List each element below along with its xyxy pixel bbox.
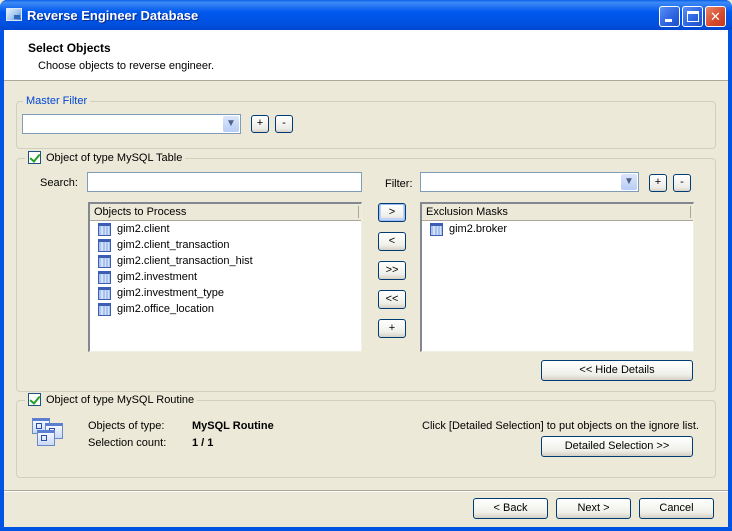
filter-label: Filter:: [385, 178, 413, 190]
maximize-icon: [687, 11, 699, 22]
move-all-right-button[interactable]: >>: [378, 261, 406, 280]
search-input[interactable]: [87, 172, 362, 192]
detailed-selection-button[interactable]: Detailed Selection >>: [541, 436, 693, 457]
list-item[interactable]: gim2.investment: [90, 269, 361, 285]
back-button[interactable]: < Back: [473, 498, 548, 519]
routine-icon: [32, 418, 66, 450]
master-filter-add-button[interactable]: +: [251, 115, 269, 133]
minimize-button[interactable]: [659, 6, 680, 27]
objects-of-type-label: Objects of type:: [88, 420, 165, 432]
wizard-header: Select Objects Choose objects to reverse…: [4, 30, 728, 81]
list-item-label: gim2.investment: [117, 271, 198, 283]
table-section-toggle[interactable]: Object of type MySQL Table: [25, 151, 186, 164]
footer-separator: [4, 490, 728, 492]
table-section-checkbox[interactable]: [28, 151, 41, 164]
routine-section-toggle[interactable]: Object of type MySQL Routine: [25, 393, 198, 406]
move-all-left-button[interactable]: <<: [378, 290, 406, 309]
title-bar[interactable]: Reverse Engineer Database ✕: [0, 0, 732, 30]
list-item[interactable]: gim2.client: [90, 221, 361, 237]
list-item-label: gim2.client_transaction_hist: [117, 255, 253, 267]
add-mask-button[interactable]: +: [378, 319, 406, 338]
dialog-client-area: Select Objects Choose objects to reverse…: [4, 30, 728, 527]
close-button[interactable]: ✕: [705, 6, 726, 27]
close-icon: ✕: [710, 9, 721, 24]
chevron-down-icon[interactable]: ▼: [223, 116, 239, 132]
list-item[interactable]: gim2.client_transaction_hist: [90, 253, 361, 269]
list-item[interactable]: gim2.client_transaction: [90, 237, 361, 253]
table-icon: [98, 270, 111, 284]
page-subtitle: Choose objects to reverse engineer.: [38, 60, 215, 72]
table-section-label: Object of type MySQL Table: [46, 151, 183, 164]
move-left-button[interactable]: <: [378, 232, 406, 251]
routine-section-label: Object of type MySQL Routine: [46, 393, 195, 406]
selection-count-label: Selection count:: [88, 437, 167, 449]
dialog-window: Reverse Engineer Database ✕ Select Objec…: [0, 0, 732, 531]
hide-details-button[interactable]: << Hide Details: [541, 360, 693, 381]
search-label: Search:: [40, 177, 78, 189]
list-item[interactable]: gim2.office_location: [90, 301, 361, 317]
master-filter-combo[interactable]: ▼: [22, 114, 241, 134]
table-icon: [430, 222, 443, 236]
next-button[interactable]: Next >: [556, 498, 631, 519]
exclusion-masks-header[interactable]: Exclusion Masks: [422, 204, 693, 221]
master-filter-legend: Master Filter: [23, 95, 91, 107]
minimize-icon: [665, 19, 672, 22]
window-title: Reverse Engineer Database: [27, 8, 199, 23]
cancel-button[interactable]: Cancel: [639, 498, 714, 519]
list-item[interactable]: gim2.broker: [422, 221, 693, 237]
table-icon: [98, 286, 111, 300]
detailed-selection-hint: Click [Detailed Selection] to put object…: [422, 420, 699, 432]
table-icon: [98, 302, 111, 316]
maximize-button[interactable]: [682, 6, 703, 27]
master-filter-remove-button[interactable]: -: [275, 115, 293, 133]
routine-icon-part: [37, 430, 55, 446]
list-item-label: gim2.investment_type: [117, 287, 224, 299]
page-title: Select Objects: [28, 41, 111, 55]
list-item-label: gim2.client_transaction: [117, 239, 230, 251]
table-icon: [98, 254, 111, 268]
table-icon: [98, 222, 111, 236]
list-item-label: gim2.broker: [449, 223, 508, 235]
chevron-down-icon[interactable]: ▼: [621, 174, 637, 190]
filter-combo[interactable]: ▼: [420, 172, 639, 192]
objects-to-process-list[interactable]: Objects to Process gim2.client gim2.clie…: [88, 202, 362, 352]
objects-of-type-value: MySQL Routine: [192, 420, 274, 432]
move-right-button[interactable]: >: [378, 203, 406, 222]
table-icon: [98, 238, 111, 252]
routine-section-checkbox[interactable]: [28, 393, 41, 406]
list-item[interactable]: gim2.investment_type: [90, 285, 361, 301]
list-item-label: gim2.office_location: [117, 303, 215, 315]
database-app-icon: [6, 8, 22, 21]
exclusion-masks-list[interactable]: Exclusion Masks gim2.broker: [420, 202, 694, 352]
objects-to-process-header[interactable]: Objects to Process: [90, 204, 361, 221]
list-item-label: gim2.client: [117, 223, 170, 235]
selection-count-value: 1 / 1: [192, 437, 214, 449]
filter-add-button[interactable]: +: [649, 174, 667, 192]
filter-remove-button[interactable]: -: [673, 174, 691, 192]
